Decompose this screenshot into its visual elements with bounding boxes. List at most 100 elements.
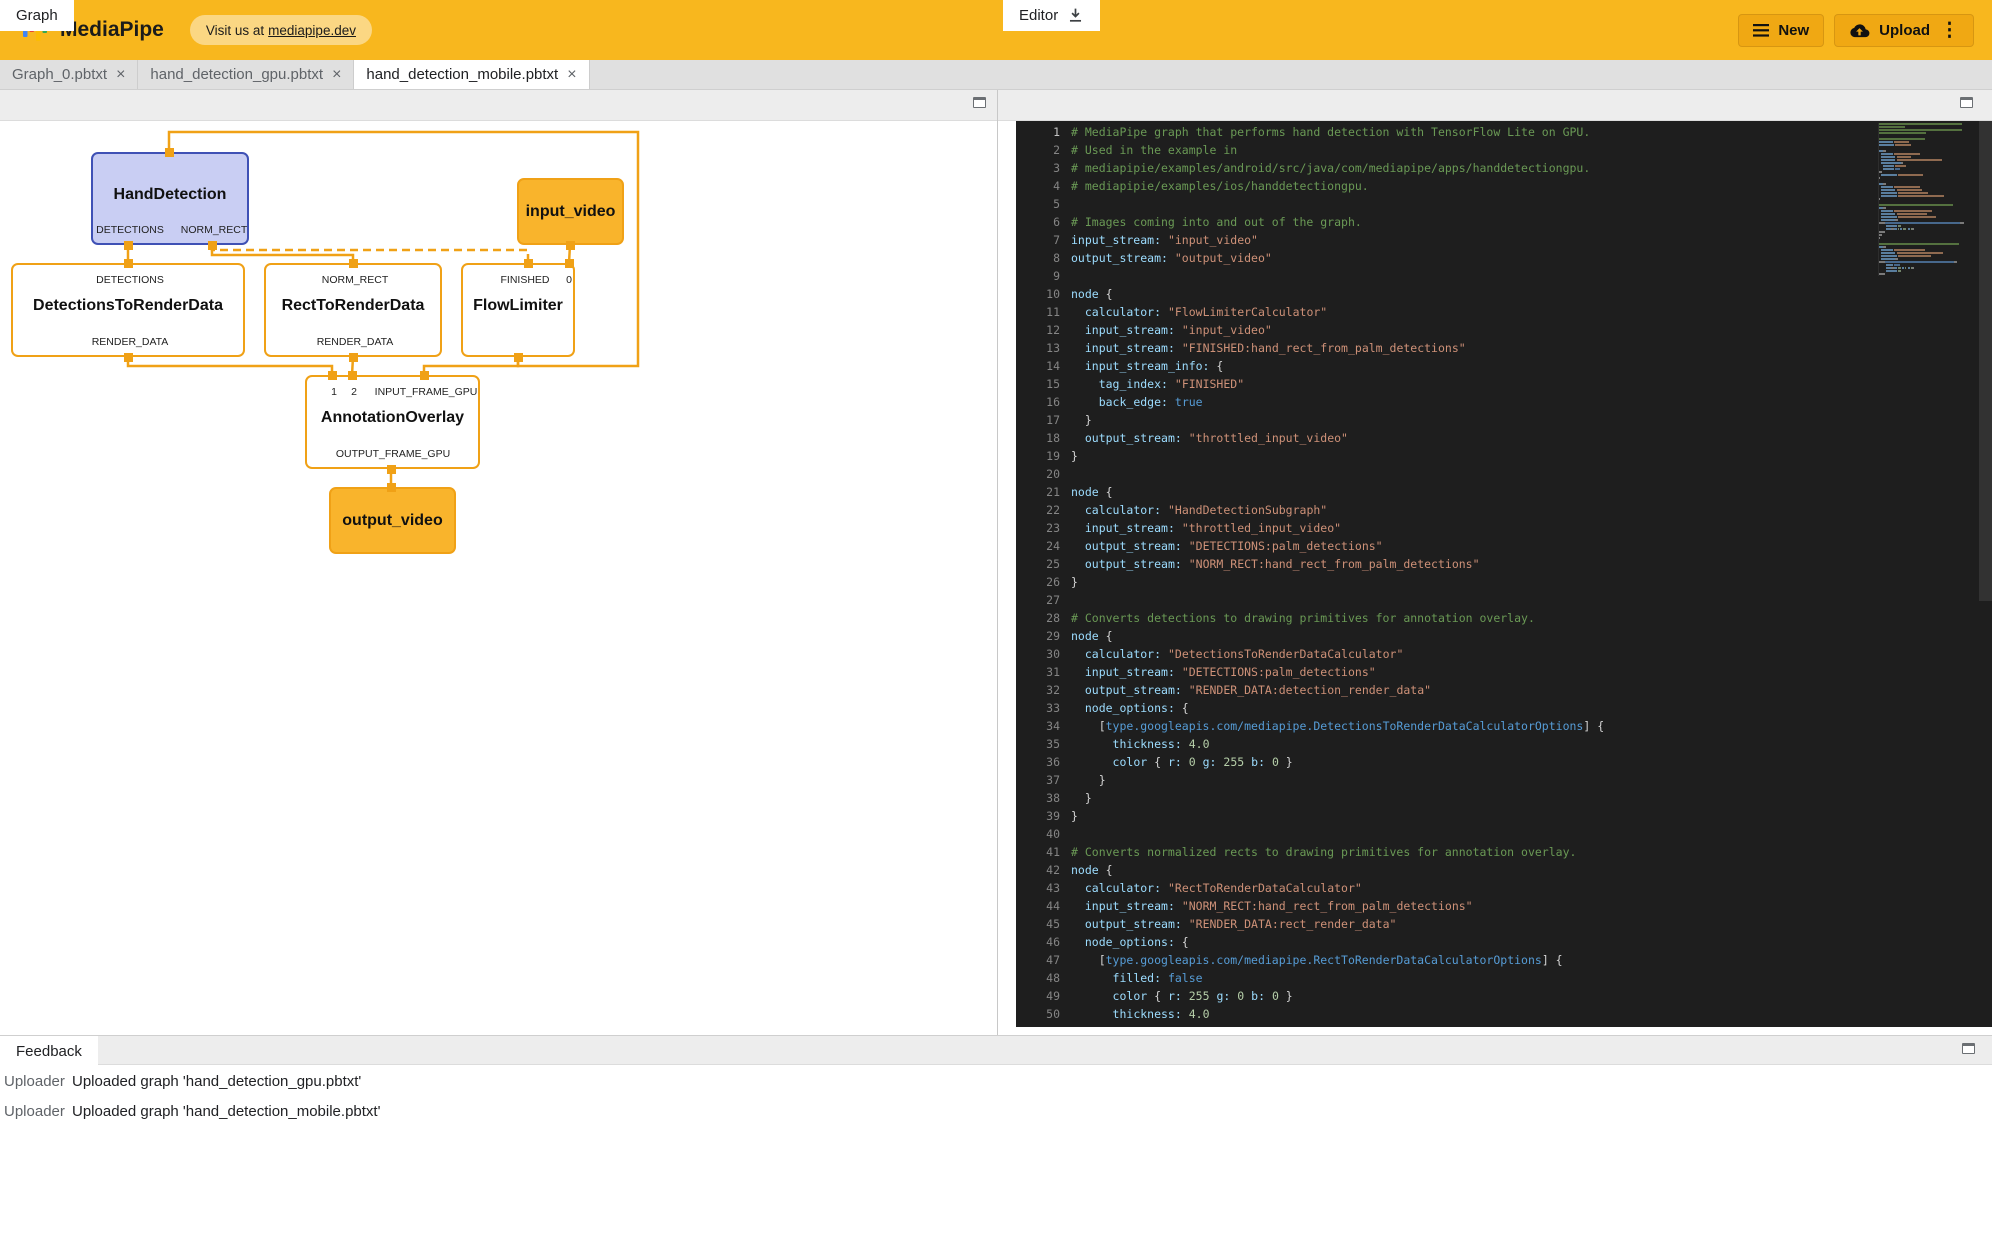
code-line[interactable]: 33 node_options: {	[1016, 699, 1862, 717]
code-line[interactable]: 28# Converts detections to drawing primi…	[1016, 609, 1862, 627]
port	[514, 353, 523, 362]
tab-hand-detection-gpu[interactable]: hand_detection_gpu.pbtxt ×	[138, 60, 354, 89]
more-options-icon[interactable]: ⋮	[1940, 21, 1959, 40]
code-line[interactable]: 39}	[1016, 807, 1862, 825]
code-line[interactable]: 17 }	[1016, 411, 1862, 429]
port	[165, 148, 174, 157]
code-line[interactable]: 6# Images coming into and out of the gra…	[1016, 213, 1862, 231]
graph-node-detections-to-render-data[interactable]: DETECTIONS DetectionsToRenderData RENDER…	[11, 263, 245, 357]
feedback-maximize-icon[interactable]	[1962, 1043, 1975, 1054]
code-line[interactable]: 13 input_stream: "FINISHED:hand_rect_fro…	[1016, 339, 1862, 357]
code-line[interactable]: 32 output_stream: "RENDER_DATA:detection…	[1016, 681, 1862, 699]
code-line[interactable]: 26}	[1016, 573, 1862, 591]
code-line[interactable]: 23 input_stream: "throttled_input_video"	[1016, 519, 1862, 537]
code-line[interactable]: 2# Used in the example in	[1016, 141, 1862, 159]
upload-button[interactable]: Upload ⋮	[1834, 14, 1974, 47]
upload-button-label: Upload	[1879, 22, 1930, 39]
code-line[interactable]: 35 thickness: 4.0	[1016, 735, 1862, 753]
new-button[interactable]: New	[1738, 14, 1824, 47]
code-line[interactable]: 37 }	[1016, 771, 1862, 789]
code-line[interactable]: 50 thickness: 4.0	[1016, 1005, 1862, 1023]
code-line[interactable]: 29node {	[1016, 627, 1862, 645]
code-line[interactable]: 22 calculator: "HandDetectionSubgraph"	[1016, 501, 1862, 519]
code-line[interactable]: 43 calculator: "RectToRenderDataCalculat…	[1016, 879, 1862, 897]
code-line[interactable]: 8output_stream: "output_video"	[1016, 249, 1862, 267]
header: MediaPipe Visit us at mediapipe.dev New …	[0, 0, 1992, 60]
code-line[interactable]: 4# mediapipie/examples/ios/handdetection…	[1016, 177, 1862, 195]
graph-node-annotation-overlay[interactable]: 1 2 INPUT_FRAME_GPU AnnotationOverlay OU…	[305, 375, 480, 469]
code-line[interactable]: 27	[1016, 591, 1862, 609]
port-label: 2	[351, 386, 357, 398]
code-line[interactable]: 36 color { r: 0 g: 255 b: 0 }	[1016, 753, 1862, 771]
code-line[interactable]: 45 output_stream: "RENDER_DATA:rect_rend…	[1016, 915, 1862, 933]
graph-node-input-video[interactable]: input_video	[517, 178, 624, 245]
code-line[interactable]: 12 input_stream: "input_video"	[1016, 321, 1862, 339]
tab-hand-detection-mobile[interactable]: hand_detection_mobile.pbtxt ×	[354, 60, 589, 89]
code-line[interactable]: 18 output_stream: "throttled_input_video…	[1016, 429, 1862, 447]
close-tab-icon[interactable]: ×	[567, 67, 576, 83]
code-line[interactable]: 16 back_edge: true	[1016, 393, 1862, 411]
code-text: node {	[1071, 485, 1113, 499]
code-editor[interactable]: 1# MediaPipe graph that performs hand de…	[1016, 121, 1992, 1027]
graph-panel-tab-label: Graph	[16, 7, 58, 24]
code-line[interactable]: 3# mediapipie/examples/android/src/java/…	[1016, 159, 1862, 177]
code-line[interactable]: 25 output_stream: "NORM_RECT:hand_rect_f…	[1016, 555, 1862, 573]
code-line[interactable]: 46 node_options: {	[1016, 933, 1862, 951]
editor-panel-tab[interactable]: Editor	[1003, 0, 1100, 31]
code-line[interactable]: 24 output_stream: "DETECTIONS:palm_detec…	[1016, 537, 1862, 555]
code-line[interactable]: 1# MediaPipe graph that performs hand de…	[1016, 123, 1862, 141]
feedback-panel-tab[interactable]: Feedback	[0, 1036, 98, 1067]
code-line[interactable]: 20	[1016, 465, 1862, 483]
editor-maximize-icon[interactable]	[1960, 97, 1973, 108]
code-line[interactable]: 40	[1016, 825, 1862, 843]
tab-label: hand_detection_mobile.pbtxt	[366, 66, 558, 83]
code-line[interactable]: 9	[1016, 267, 1862, 285]
editor-panel-tab-label: Editor	[1019, 7, 1058, 24]
code-line[interactable]: 51 }	[1016, 1023, 1862, 1027]
graph-canvas[interactable]: HandDetection DETECTIONS NORM_RECT input…	[0, 121, 997, 1035]
code-line[interactable]: 19}	[1016, 447, 1862, 465]
code-line[interactable]: 15 tag_index: "FINISHED"	[1016, 375, 1862, 393]
feedback-message: Uploader Uploaded graph 'hand_detection_…	[0, 1066, 1992, 1096]
code-line[interactable]: 48 filled: false	[1016, 969, 1862, 987]
code-line[interactable]: 5	[1016, 195, 1862, 213]
code-text: tag_index: "FINISHED"	[1071, 377, 1244, 391]
graph-maximize-icon[interactable]	[973, 97, 986, 108]
editor-scrollbar[interactable]	[1979, 121, 1992, 601]
graph-node-rect-to-render-data[interactable]: NORM_RECT RectToRenderData RENDER_DATA	[264, 263, 442, 357]
close-tab-icon[interactable]: ×	[332, 67, 341, 83]
close-tab-icon[interactable]: ×	[116, 67, 125, 83]
code-text: [type.googleapis.com/mediapipe.RectToRen…	[1071, 953, 1563, 967]
code-text: # Used in the example in	[1071, 143, 1237, 157]
code-text: back_edge: true	[1071, 395, 1203, 409]
code-line[interactable]: 47 [type.googleapis.com/mediapipe.RectTo…	[1016, 951, 1862, 969]
code-line[interactable]: 7input_stream: "input_video"	[1016, 231, 1862, 249]
line-number: 39	[1016, 807, 1060, 825]
code-line[interactable]: 34 [type.googleapis.com/mediapipe.Detect…	[1016, 717, 1862, 735]
code-line[interactable]: 21node {	[1016, 483, 1862, 501]
code-text: filled: false	[1071, 971, 1203, 985]
visit-link[interactable]: mediapipe.dev	[268, 23, 356, 38]
line-number: 29	[1016, 627, 1060, 645]
code-line[interactable]: 31 input_stream: "DETECTIONS:palm_detect…	[1016, 663, 1862, 681]
code-text: output_stream: "output_video"	[1071, 251, 1272, 265]
tab-graph-0[interactable]: Graph_0.pbtxt ×	[0, 60, 138, 89]
graph-panel-tab[interactable]: Graph	[0, 0, 74, 31]
code-line[interactable]: 44 input_stream: "NORM_RECT:hand_rect_fr…	[1016, 897, 1862, 915]
code-line[interactable]: 10node {	[1016, 285, 1862, 303]
code-line[interactable]: 38 }	[1016, 789, 1862, 807]
code-line[interactable]: 11 calculator: "FlowLimiterCalculator"	[1016, 303, 1862, 321]
code-line[interactable]: 14 input_stream_info: {	[1016, 357, 1862, 375]
graph-node-flow-limiter[interactable]: FINISHED 0 FlowLimiter	[461, 263, 575, 357]
code-line[interactable]: 41# Converts normalized rects to drawing…	[1016, 843, 1862, 861]
code-lines: 1# MediaPipe graph that performs hand de…	[1016, 123, 1862, 1027]
minimap[interactable]	[1878, 123, 1978, 276]
code-line[interactable]: 30 calculator: "DetectionsToRenderDataCa…	[1016, 645, 1862, 663]
code-line[interactable]: 42node {	[1016, 861, 1862, 879]
download-icon[interactable]	[1067, 7, 1084, 24]
graph-node-output-video[interactable]: output_video	[329, 487, 456, 554]
visit-chip[interactable]: Visit us at mediapipe.dev	[190, 15, 372, 45]
graph-node-hand-detection[interactable]: HandDetection DETECTIONS NORM_RECT	[91, 152, 249, 245]
line-number: 7	[1016, 231, 1060, 249]
code-line[interactable]: 49 color { r: 255 g: 0 b: 0 }	[1016, 987, 1862, 1005]
